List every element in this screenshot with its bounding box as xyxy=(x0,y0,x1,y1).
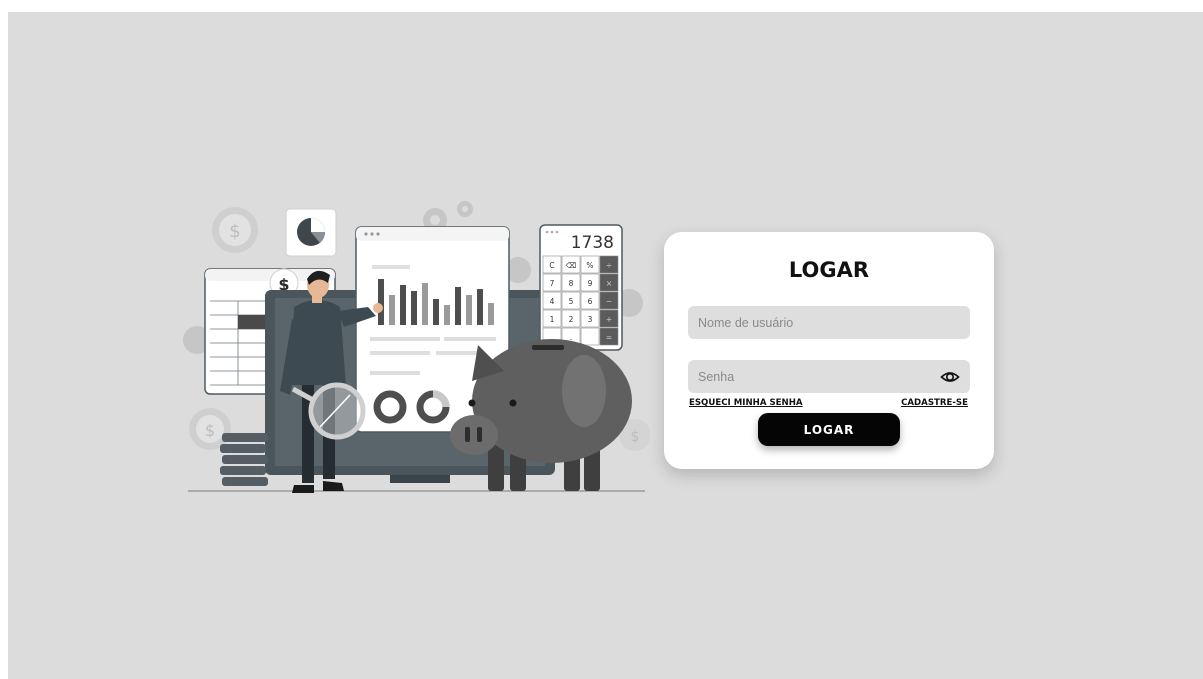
calculator-key-label: 5 xyxy=(569,297,574,306)
finance-illustration: $ $ $ $ 1738 C ⌫ % ÷ 7 8 9 × 4 5 6 − 1 2… xyxy=(180,195,650,500)
svg-text:$: $ xyxy=(229,221,240,242)
login-title: LOGAR xyxy=(788,258,870,282)
signup-link[interactable]: CADASTRE-SE xyxy=(901,398,968,408)
password-input[interactable] xyxy=(688,360,938,393)
coin-stack xyxy=(220,433,268,486)
calculator-key-label: 4 xyxy=(550,297,555,306)
password-field-container xyxy=(688,360,970,393)
calculator-key-label: − xyxy=(606,297,612,306)
calculator-key xyxy=(580,327,600,346)
calculator-key-label: 7 xyxy=(550,279,555,288)
svg-text:$: $ xyxy=(205,421,215,440)
username-field-container xyxy=(688,306,970,339)
svg-text:1738: 1738 xyxy=(571,233,614,253)
calculator-key-label: 8 xyxy=(569,279,574,288)
calculator-key-label: 2 xyxy=(569,315,574,324)
calculator-key-label: 3 xyxy=(588,315,593,324)
login-button[interactable]: LOGAR xyxy=(758,413,900,446)
calculator-key-label: ⌫ xyxy=(565,261,577,270)
calculator-key-label: = xyxy=(606,333,612,342)
calculator-key-label: × xyxy=(606,279,612,288)
username-input[interactable] xyxy=(688,306,938,339)
calculator: 1738 C ⌫% ÷7 8 9 ×4 5 6 −1 2 3 +. = xyxy=(539,224,623,351)
calculator-key-label: + xyxy=(606,315,612,324)
forgot-password-link[interactable]: ESQUECI MINHA SENHA xyxy=(689,398,803,408)
eye-icon[interactable] xyxy=(940,367,960,387)
calculator-key-label: 6 xyxy=(588,297,593,306)
calculator-key-label: C xyxy=(549,261,554,270)
auth-links: ESQUECI MINHA SENHA CADASTRE-SE xyxy=(688,398,970,412)
dollar-coin-icon: $ xyxy=(189,408,231,450)
calculator-key-label: 1 xyxy=(550,315,555,324)
calculator-key-label: % xyxy=(586,261,593,270)
calculator-key-label: ÷ xyxy=(606,261,612,270)
svg-text:$: $ xyxy=(631,429,640,445)
calculator-key-label: 9 xyxy=(588,279,593,288)
pie-chart-icon xyxy=(285,208,337,257)
login-card: LOGAR ESQUECI MINHA SENHA CADASTRE-SE LO… xyxy=(664,232,994,469)
dollar-coin-icon: $ xyxy=(212,207,258,253)
